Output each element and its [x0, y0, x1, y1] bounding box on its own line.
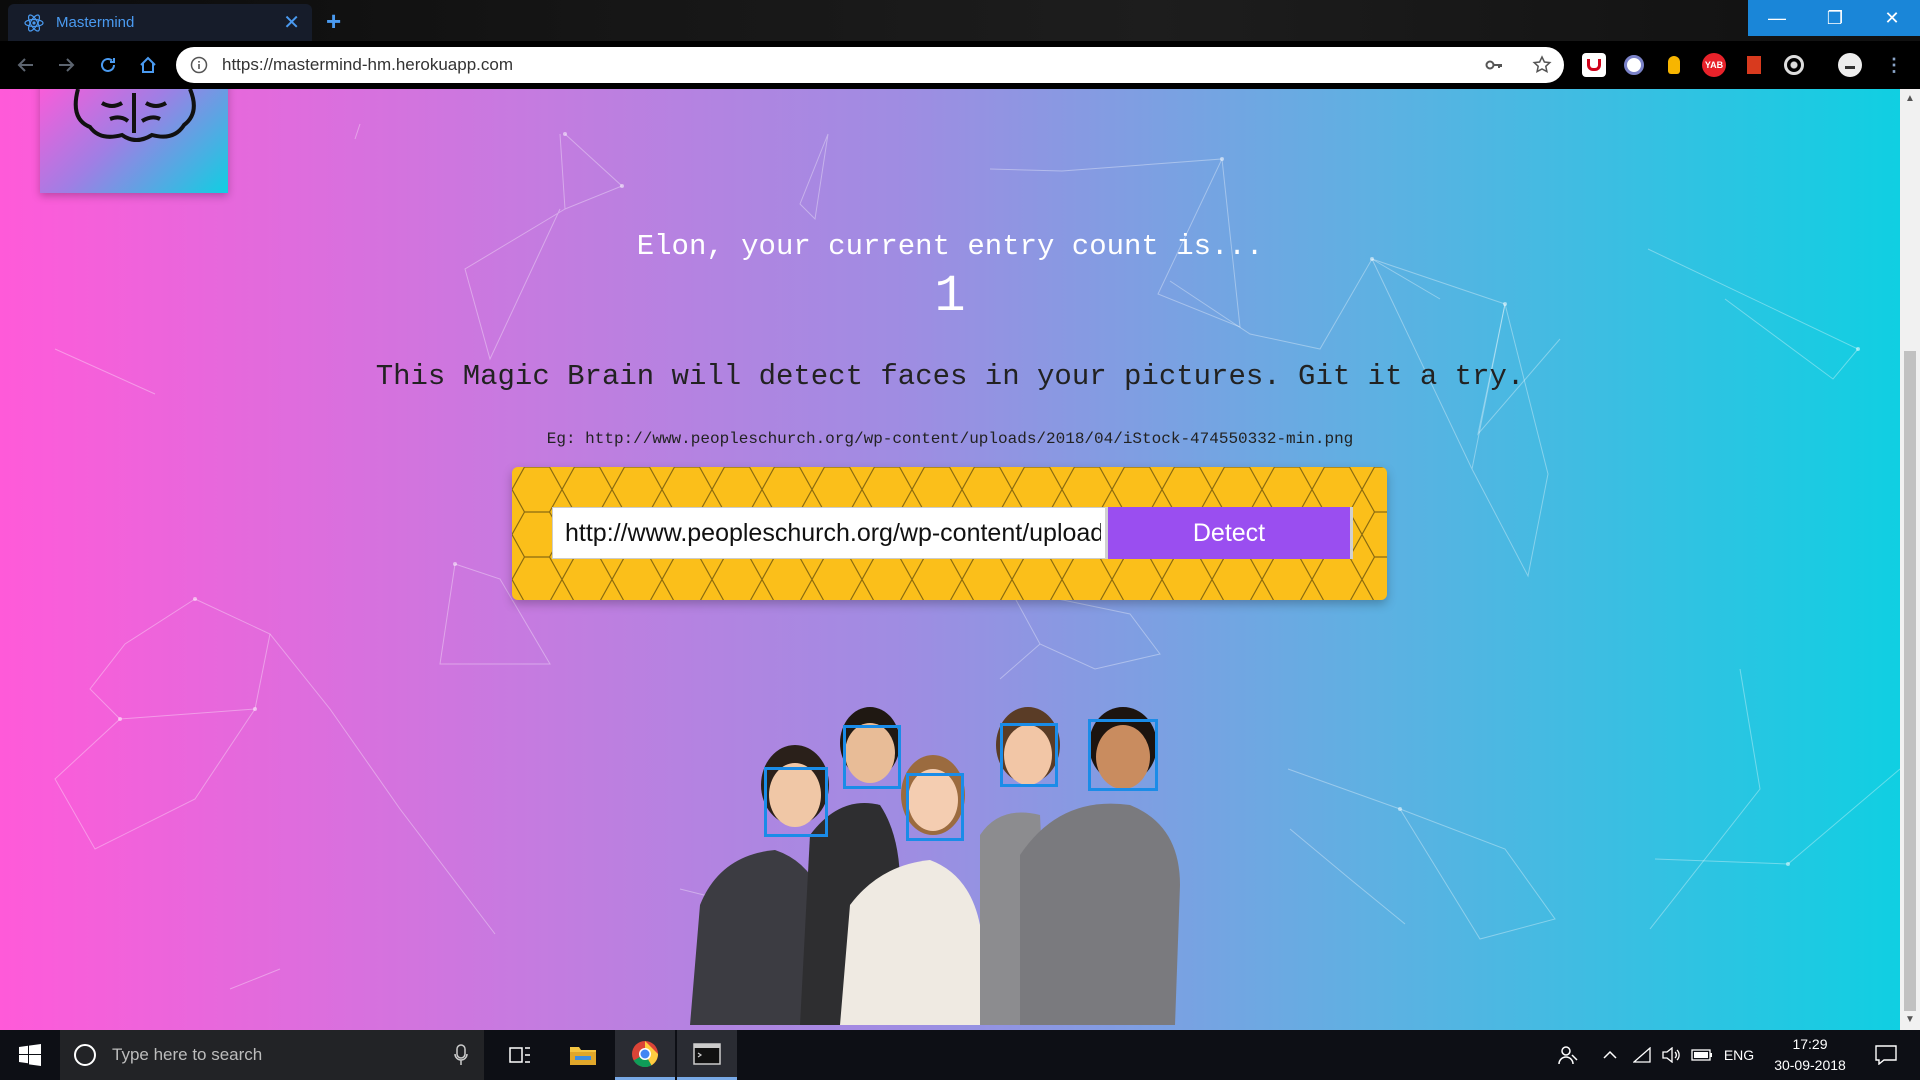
- web-page: Elon, your current entry count is... 1 T…: [0, 89, 1900, 1030]
- clock-time: 17:29: [1792, 1036, 1828, 1052]
- chrome-taskbar-icon[interactable]: [615, 1030, 675, 1080]
- language-indicator[interactable]: ENG: [1720, 1030, 1758, 1080]
- page-scrollbar[interactable]: ▲ ▼: [1900, 89, 1920, 1030]
- face-box: [843, 725, 901, 789]
- back-icon[interactable]: [14, 53, 38, 77]
- pocket-extension-icon[interactable]: [1582, 53, 1606, 77]
- brain-icon: [73, 89, 196, 142]
- action-center-icon[interactable]: [1866, 1030, 1906, 1080]
- block-extension-icon[interactable]: [1622, 53, 1646, 77]
- browser-toolbar: https://mastermind-hm.herokuapp.com YAB …: [0, 41, 1920, 89]
- entry-count-value: 1: [934, 267, 966, 326]
- tab-title: Mastermind: [56, 14, 135, 31]
- profile-avatar-icon[interactable]: [1838, 53, 1862, 77]
- detect-button[interactable]: Detect: [1105, 507, 1353, 559]
- taskbar-search[interactable]: Type here to search: [60, 1030, 484, 1080]
- face-box: [1088, 719, 1158, 791]
- windows-taskbar: Type here to search ENG 17:29 30-09-2018: [0, 1030, 1920, 1080]
- address-url: https://mastermind-hm.herokuapp.com: [222, 55, 514, 74]
- face-box: [1000, 723, 1058, 787]
- browser-title-bar: Mastermind ✕ + — ❐ ✕: [0, 0, 1920, 41]
- site-info-icon[interactable]: [190, 56, 208, 74]
- forward-icon[interactable]: [54, 53, 78, 77]
- book-extension-icon[interactable]: [1742, 53, 1766, 77]
- terminal-taskbar-icon[interactable]: [677, 1030, 737, 1080]
- react-favicon-icon: [24, 13, 44, 32]
- detected-faces-image: [680, 685, 1250, 1025]
- entry-count-greeting: Elon, your current entry count is...: [636, 230, 1264, 263]
- battery-icon[interactable]: [1688, 1030, 1716, 1080]
- bookmark-star-icon[interactable]: [1532, 55, 1552, 75]
- face-box: [764, 767, 828, 837]
- scroll-up-icon[interactable]: ▲: [1905, 93, 1915, 104]
- search-placeholder: Type here to search: [112, 1045, 263, 1064]
- yab-extension-icon[interactable]: YAB: [1702, 53, 1726, 77]
- new-tab-button[interactable]: +: [326, 6, 341, 37]
- target-extension-icon[interactable]: [1782, 53, 1806, 77]
- people-icon[interactable]: [1552, 1030, 1584, 1080]
- taskbar-clock[interactable]: 17:29 30-09-2018: [1760, 1034, 1860, 1076]
- microphone-icon[interactable]: [454, 1044, 468, 1066]
- tab-close-icon[interactable]: ✕: [283, 13, 300, 33]
- network-icon[interactable]: [1628, 1030, 1656, 1080]
- brain-logo[interactable]: [40, 89, 228, 193]
- cortana-icon: [74, 1044, 96, 1066]
- scroll-thumb[interactable]: [1904, 351, 1916, 1011]
- volume-icon[interactable]: [1658, 1030, 1686, 1080]
- minimize-button[interactable]: —: [1748, 0, 1806, 36]
- example-url-hint: Eg: http://www.peopleschurch.org/wp-cont…: [546, 430, 1354, 448]
- show-hidden-icons-chevron-icon[interactable]: [1598, 1030, 1622, 1080]
- key-icon[interactable]: [1484, 55, 1504, 75]
- file-explorer-icon[interactable]: [553, 1030, 613, 1080]
- face-box: [906, 773, 964, 841]
- browser-tab[interactable]: Mastermind ✕: [8, 4, 312, 41]
- start-button[interactable]: [0, 1030, 60, 1080]
- image-url-input[interactable]: [552, 507, 1114, 559]
- reload-icon[interactable]: [96, 53, 120, 77]
- scroll-down-icon[interactable]: ▼: [1905, 1014, 1915, 1025]
- image-link-form: Detect: [512, 467, 1387, 600]
- menu-icon[interactable]: ⋮: [1882, 53, 1906, 77]
- restore-button[interactable]: ❐: [1806, 0, 1864, 36]
- clock-date: 30-09-2018: [1774, 1057, 1846, 1073]
- home-icon[interactable]: [136, 53, 160, 77]
- group-photo: [690, 707, 1180, 1025]
- task-view-icon[interactable]: [490, 1030, 550, 1080]
- close-window-button[interactable]: ✕: [1864, 0, 1920, 36]
- address-bar[interactable]: https://mastermind-hm.herokuapp.com: [176, 47, 1564, 83]
- windows-logo-icon: [19, 1044, 41, 1066]
- bulb-extension-icon[interactable]: [1662, 53, 1686, 77]
- tagline: This Magic Brain will detect faces in yo…: [375, 360, 1525, 393]
